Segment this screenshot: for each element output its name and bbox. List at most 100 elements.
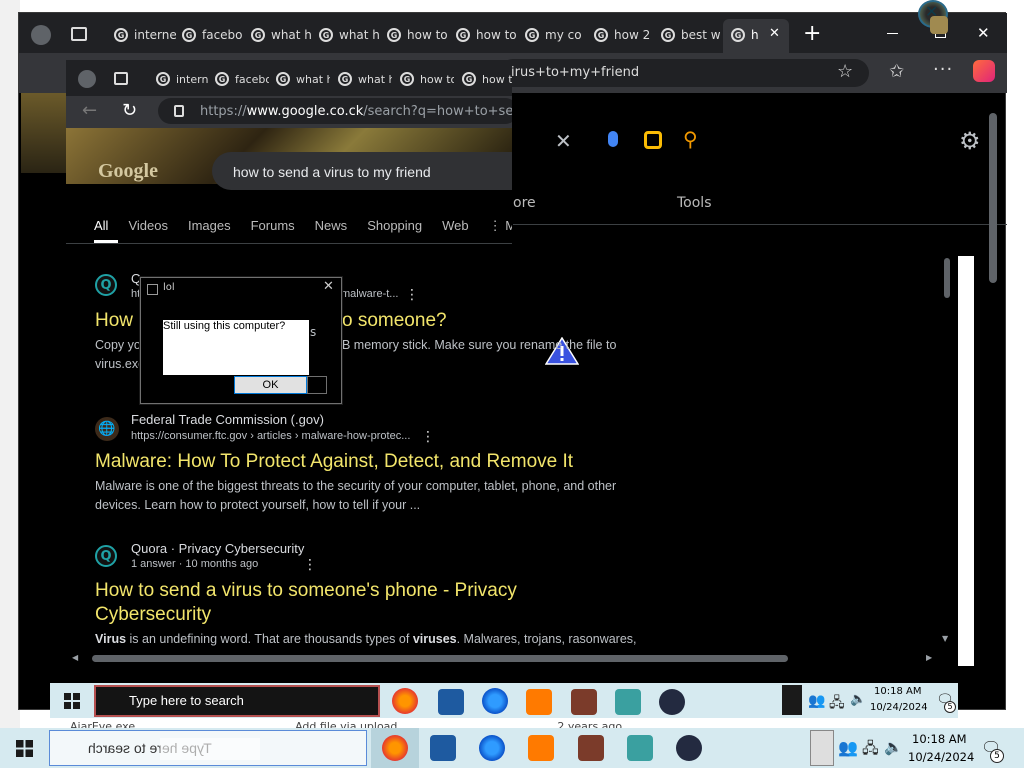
lens-icon[interactable] bbox=[644, 131, 662, 149]
clock-date[interactable]: 10/24/2024 bbox=[908, 750, 974, 764]
firefox-icon[interactable] bbox=[382, 735, 408, 761]
outer-tab-3[interactable]: what h bbox=[251, 27, 313, 43]
taskbar-pinned-window[interactable] bbox=[810, 730, 834, 766]
taskbar-app-icon-5[interactable] bbox=[578, 735, 604, 761]
inner-tab-3[interactable]: what h bbox=[276, 72, 330, 86]
nav-images[interactable]: Images bbox=[188, 218, 231, 240]
new-tab-button[interactable]: + bbox=[803, 21, 821, 46]
nav-all[interactable]: All bbox=[94, 218, 108, 240]
results-scrollbar-thumb[interactable] bbox=[944, 258, 950, 298]
inner-app-icon-7[interactable] bbox=[659, 689, 685, 715]
horizontal-scrollbar-thumb[interactable] bbox=[92, 655, 788, 662]
inner-app-icon-5[interactable] bbox=[571, 689, 597, 715]
result-2-title[interactable]: Malware: How To Protect Against, Detect,… bbox=[95, 451, 573, 473]
clear-search-icon[interactable]: ✕ bbox=[555, 129, 572, 153]
nav-videos[interactable]: Videos bbox=[128, 218, 168, 240]
inner-tab-actions-icon[interactable] bbox=[114, 72, 128, 85]
google-logo[interactable]: Google bbox=[98, 160, 158, 183]
people-icon[interactable]: 👥 bbox=[838, 738, 858, 757]
clock-time[interactable]: 10:18 AM bbox=[912, 732, 967, 746]
file-explorer-icon[interactable] bbox=[430, 735, 456, 761]
tab-actions-icon[interactable] bbox=[71, 27, 87, 41]
result-3-menu-icon[interactable]: ⋮ bbox=[303, 557, 317, 573]
outer-tab-9[interactable]: best w bbox=[661, 27, 723, 43]
site-info-icon[interactable] bbox=[174, 105, 184, 117]
inner-tab-5[interactable]: how to bbox=[400, 72, 454, 86]
tools-button[interactable]: Tools bbox=[677, 195, 712, 211]
inner-start-button[interactable] bbox=[64, 693, 80, 709]
result-2-site: Federal Trade Commission (.gov) bbox=[131, 412, 324, 427]
volume-icon[interactable]: 🔈 bbox=[884, 738, 903, 756]
inner-people-icon[interactable]: 👥 bbox=[808, 693, 825, 709]
inner-tab-6[interactable]: how to bbox=[462, 72, 512, 86]
outer-scrollbar[interactable] bbox=[989, 113, 997, 283]
nav-shopping[interactable]: Shopping bbox=[367, 218, 422, 240]
background-left-strip bbox=[0, 0, 20, 730]
outer-tab-4[interactable]: what h bbox=[319, 27, 381, 43]
favorites-icon[interactable]: ✩ bbox=[889, 61, 904, 82]
voice-search-icon[interactable] bbox=[608, 131, 618, 147]
minimize-button[interactable] bbox=[887, 33, 898, 34]
result-1-menu-icon[interactable]: ⋮ bbox=[405, 287, 419, 303]
back-button[interactable]: ← bbox=[82, 100, 97, 121]
copilot-icon[interactable] bbox=[973, 60, 995, 82]
inner-clock-time[interactable]: 10:18 AM bbox=[874, 686, 921, 697]
outer-tab-7[interactable]: my co bbox=[525, 27, 587, 43]
taskbar-app-icon-7[interactable] bbox=[676, 735, 702, 761]
outer-nav-more[interactable]: ore bbox=[513, 195, 536, 211]
start-button[interactable] bbox=[16, 740, 33, 757]
more-menu-icon[interactable]: ··· bbox=[933, 59, 953, 80]
result-3-title-line-1[interactable]: How to send a virus to someone's phone -… bbox=[95, 580, 517, 602]
nav-web[interactable]: Web bbox=[442, 218, 469, 240]
taskbar-app-icon-4[interactable] bbox=[528, 735, 554, 761]
quora-favicon-1: Q bbox=[95, 274, 117, 296]
dialog-ok-button[interactable]: OK bbox=[234, 376, 307, 394]
outer-tab-5[interactable]: how to bbox=[387, 27, 449, 43]
google-icon bbox=[462, 72, 476, 86]
result-1-title[interactable]: How bbox=[95, 310, 133, 332]
inner-profile-icon[interactable] bbox=[78, 70, 96, 88]
google-icon bbox=[182, 28, 196, 42]
nav-forums[interactable]: Forums bbox=[251, 218, 295, 240]
edge-browser-icon[interactable] bbox=[479, 735, 505, 761]
desktop-pet-figure bbox=[930, 16, 948, 34]
inner-tab-4[interactable]: what h bbox=[338, 72, 392, 86]
inner-network-icon[interactable]: 🖧 bbox=[829, 692, 845, 716]
inner-browser-icon[interactable] bbox=[482, 688, 508, 714]
inner-tab-2[interactable]: facebo bbox=[215, 72, 269, 86]
profile-icon[interactable] bbox=[31, 25, 51, 45]
inner-tab-1[interactable]: intern bbox=[156, 72, 210, 86]
nav-more[interactable]: ⋮ M bbox=[489, 218, 512, 240]
inner-clock-date[interactable]: 10/24/2024 bbox=[870, 702, 928, 713]
scroll-right-arrow[interactable]: ▶ bbox=[926, 653, 932, 662]
close-tab-icon[interactable]: ✕ bbox=[769, 26, 780, 41]
inner-app-icon-4[interactable] bbox=[526, 689, 552, 715]
close-window-button[interactable]: ✕ bbox=[977, 24, 990, 42]
scroll-left-arrow[interactable]: ◀ bbox=[72, 653, 78, 662]
scroll-down-arrow[interactable]: ▼ bbox=[942, 634, 948, 643]
search-nav: All Videos Images Forums News Shopping W… bbox=[94, 218, 512, 240]
settings-gear-icon[interactable]: ⚙ bbox=[959, 127, 981, 155]
inner-firefox-icon[interactable] bbox=[392, 688, 418, 714]
result-2-menu-icon[interactable]: ⋮ bbox=[421, 429, 435, 445]
inner-app-icon-6[interactable] bbox=[615, 689, 641, 715]
outer-tab-1[interactable]: interne bbox=[114, 27, 176, 43]
network-icon[interactable]: 🖧 bbox=[862, 738, 879, 763]
search-query-text: how to send a virus to my friend bbox=[233, 164, 431, 180]
taskbar-app-icon-6[interactable] bbox=[627, 735, 653, 761]
google-icon bbox=[400, 72, 414, 86]
outer-tab-10[interactable]: h bbox=[731, 27, 761, 43]
star-icon[interactable]: ☆ bbox=[837, 61, 853, 82]
outer-tab-8[interactable]: how 2 bbox=[594, 27, 656, 43]
inner-file-explorer-icon[interactable] bbox=[438, 689, 464, 715]
outer-tab-6[interactable]: how to bbox=[456, 27, 518, 43]
reload-button[interactable]: ↻ bbox=[122, 100, 137, 121]
result-1-title-tail[interactable]: o someone? bbox=[342, 310, 447, 332]
nav-news[interactable]: News bbox=[315, 218, 348, 240]
search-icon[interactable]: ⚲ bbox=[683, 127, 698, 151]
dialog-close-icon[interactable]: ✕ bbox=[323, 279, 334, 294]
inner-volume-icon[interactable]: 🔈 bbox=[850, 692, 866, 707]
result-3-title-line-2[interactable]: Cybersecurity bbox=[95, 604, 211, 626]
outer-tab-2[interactable]: facebo bbox=[182, 27, 244, 43]
result-2-url[interactable]: https://consumer.ftc.gov › articles › ma… bbox=[131, 430, 410, 442]
